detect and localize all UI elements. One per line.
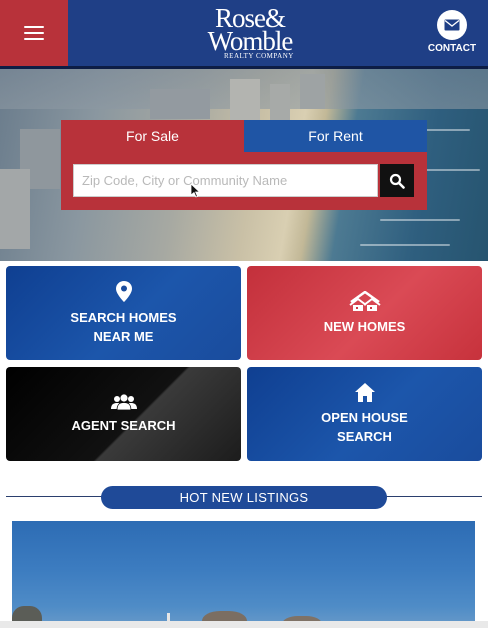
contact-label: CONTACT — [427, 43, 477, 54]
app-header: Rose& Womble REALTY COMPANY CONTACT — [0, 0, 488, 68]
contact-button[interactable]: CONTACT — [424, 10, 480, 56]
search-homes-near-me-tile[interactable]: SEARCH HOMES NEAR ME — [6, 266, 241, 360]
envelope-icon — [437, 10, 467, 40]
search-panel: For Sale For Rent — [61, 120, 427, 210]
tab-for-sale[interactable]: For Sale — [61, 120, 244, 152]
agent-search-tile[interactable]: AGENT SEARCH — [6, 367, 241, 461]
tile-label-line-2: SEARCH — [337, 428, 392, 444]
mouse-cursor-icon — [191, 184, 201, 198]
hamburger-icon — [24, 26, 44, 40]
new-homes-tile[interactable]: NEW HOMES — [247, 266, 482, 360]
search-button[interactable] — [380, 164, 414, 197]
search-icon — [389, 173, 405, 189]
tab-for-rent[interactable]: For Rent — [244, 120, 427, 152]
menu-button[interactable] — [0, 0, 68, 66]
brand-logo[interactable]: Rose& Womble REALTY COMPANY — [190, 5, 310, 62]
hot-new-listings-heading[interactable]: HOT NEW LISTINGS — [101, 486, 387, 509]
people-icon — [110, 393, 137, 410]
tile-label-line-1: OPEN HOUSE — [321, 409, 408, 425]
house-icon — [354, 382, 375, 402]
tile-label-line-1: NEW HOMES — [323, 318, 406, 334]
houses-icon — [348, 290, 381, 311]
search-bar — [61, 152, 427, 210]
open-house-search-tile[interactable]: OPEN HOUSE SEARCH — [247, 367, 482, 461]
logo-line-2: Womble — [207, 26, 294, 56]
tile-label-line-2: NEAR ME — [93, 328, 154, 344]
tile-label-line-1: AGENT SEARCH — [71, 417, 176, 433]
listing-image[interactable] — [12, 521, 475, 628]
bottom-strip — [0, 621, 488, 628]
search-input[interactable] — [73, 164, 378, 197]
location-pin-icon — [115, 280, 132, 302]
tile-label-line-1: SEARCH HOMES — [70, 309, 177, 325]
